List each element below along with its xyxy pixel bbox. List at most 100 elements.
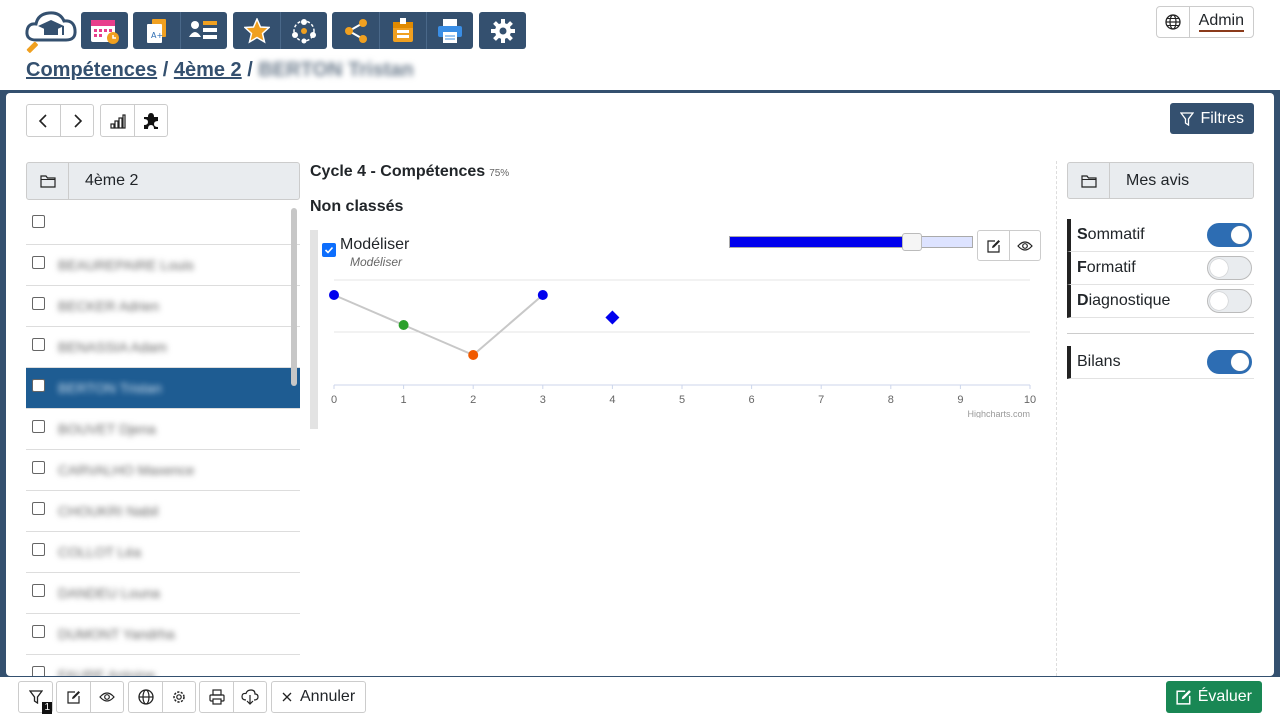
student-checkbox[interactable] bbox=[32, 296, 45, 310]
filter-icon bbox=[1180, 111, 1195, 126]
student-checkbox[interactable] bbox=[32, 378, 45, 392]
student-checkbox[interactable] bbox=[32, 665, 45, 676]
class-folder-button[interactable] bbox=[27, 163, 69, 199]
cancel-button[interactable]: Annuler bbox=[271, 681, 367, 713]
chart-x-tick-label: 1 bbox=[401, 394, 407, 406]
student-row[interactable]: BENASSIA Adam bbox=[26, 327, 300, 368]
bottom-settings-button[interactable] bbox=[162, 682, 195, 712]
toggle-row-sommatif: Sommatif bbox=[1067, 219, 1254, 252]
student-checkbox[interactable] bbox=[32, 460, 45, 474]
student-row[interactable]: CHOUKRI Nabil bbox=[26, 491, 300, 532]
admin-button[interactable]: Admin bbox=[1190, 7, 1253, 37]
student-row[interactable]: FAURE Antoine bbox=[26, 655, 300, 676]
bilans-switch[interactable] bbox=[1207, 350, 1252, 374]
edit-button[interactable] bbox=[978, 231, 1009, 260]
settings-button[interactable] bbox=[479, 12, 526, 49]
student-list-scrollbar[interactable] bbox=[291, 208, 297, 386]
bottom-print-button[interactable] bbox=[200, 682, 233, 712]
competence-slider-fill bbox=[730, 237, 912, 247]
breadcrumb-class-link[interactable]: 4ème 2 bbox=[174, 59, 242, 81]
chart-credits: Highcharts.com bbox=[967, 409, 1030, 418]
avis-selector[interactable]: Mes avis bbox=[1067, 162, 1254, 199]
admin-label: Admin bbox=[1198, 12, 1244, 32]
class-label: 4ème 2 bbox=[85, 172, 139, 189]
print-export-group bbox=[199, 681, 267, 713]
skills-group bbox=[233, 12, 327, 49]
share-group bbox=[332, 12, 473, 49]
competence-slider-handle[interactable] bbox=[901, 233, 922, 251]
user-list-icon bbox=[189, 20, 217, 39]
bottom-view-button[interactable] bbox=[90, 682, 123, 712]
student-row[interactable]: DANDEU Louna bbox=[26, 573, 300, 614]
student-row[interactable]: DUMONT Yandrha bbox=[26, 614, 300, 655]
student-checkbox[interactable] bbox=[32, 624, 45, 638]
box-button[interactable] bbox=[379, 12, 426, 49]
globe-icon bbox=[1164, 14, 1181, 30]
competence-checkbox[interactable] bbox=[322, 243, 336, 257]
student-checkbox[interactable] bbox=[32, 337, 45, 351]
view-button[interactable] bbox=[1009, 231, 1040, 260]
student-checkbox[interactable] bbox=[32, 583, 45, 597]
bottom-edit-button[interactable] bbox=[57, 682, 90, 712]
star-button[interactable] bbox=[233, 12, 280, 49]
chart-x-tick-label: 2 bbox=[470, 394, 476, 406]
chart-view-button[interactable] bbox=[101, 105, 134, 136]
toggle-row-diagnostique: Diagnostique bbox=[1067, 285, 1254, 318]
document-button[interactable]: A+ bbox=[133, 12, 180, 49]
check-icon bbox=[324, 246, 334, 254]
sommatif-switch[interactable] bbox=[1207, 223, 1252, 247]
student-checkbox[interactable] bbox=[32, 501, 45, 515]
nav-arrows bbox=[26, 104, 94, 137]
network-button[interactable] bbox=[280, 12, 327, 49]
formatif-switch[interactable] bbox=[1207, 256, 1252, 280]
breadcrumb-competences-link[interactable]: Compétences bbox=[26, 59, 157, 81]
cloud-download-icon bbox=[241, 689, 259, 705]
filters-button[interactable]: Filtres bbox=[1170, 103, 1254, 134]
calendar-icon bbox=[90, 19, 119, 44]
previous-button[interactable] bbox=[27, 105, 60, 136]
calendar-button[interactable] bbox=[81, 12, 128, 49]
toggle-row-formatif: Formatif bbox=[1067, 252, 1254, 285]
main-panel: Filtres 4ème 2 BEAUREPAIRE Louis BECKER A… bbox=[6, 93, 1274, 676]
diagnostique-switch[interactable] bbox=[1207, 289, 1252, 313]
settings-group bbox=[479, 12, 526, 49]
share-button[interactable] bbox=[332, 12, 379, 49]
chart-point bbox=[537, 290, 548, 300]
chart-x-tick-label: 5 bbox=[679, 394, 685, 406]
chart-point bbox=[468, 350, 479, 360]
puzzle-view-button[interactable] bbox=[134, 105, 167, 136]
student-row[interactable]: BEAUREPAIRE Louis bbox=[26, 245, 300, 286]
evaluate-button[interactable]: Évaluer bbox=[1165, 681, 1262, 713]
student-checkbox[interactable] bbox=[32, 255, 45, 269]
class-selector[interactable]: 4ème 2 bbox=[26, 162, 300, 200]
student-row[interactable]: BERTON Tristan bbox=[26, 368, 300, 409]
filter-group: 1 bbox=[18, 681, 53, 714]
panel-divider bbox=[1056, 161, 1057, 676]
document-icon: A+ bbox=[146, 18, 166, 43]
competence-name: Modéliser bbox=[340, 236, 410, 253]
student-row[interactable]: COLLOT Léa bbox=[26, 532, 300, 573]
evaluation-type-toggles: Sommatif Formatif Diagnostique Bilans bbox=[1067, 219, 1254, 379]
student-row[interactable]: BECKER Adrien bbox=[26, 286, 300, 327]
student-row[interactable]: CARVALHO Maxence bbox=[26, 450, 300, 491]
competence-slider[interactable] bbox=[729, 233, 973, 251]
globe-icon bbox=[137, 689, 154, 705]
student-checkbox[interactable] bbox=[32, 542, 45, 556]
next-button[interactable] bbox=[60, 105, 93, 136]
bottom-download-button[interactable] bbox=[233, 682, 266, 712]
print-button[interactable] bbox=[426, 12, 473, 49]
puzzle-icon bbox=[144, 112, 158, 129]
filter-count-button[interactable]: 1 bbox=[19, 682, 52, 714]
student-checkbox[interactable] bbox=[32, 214, 45, 228]
avis-folder-button[interactable] bbox=[1068, 163, 1110, 198]
student-row[interactable]: BOUVET Djena bbox=[26, 409, 300, 450]
student-name: CHOUKRI Nabil bbox=[58, 503, 159, 519]
student-row[interactable] bbox=[26, 204, 300, 245]
students-list-button[interactable] bbox=[180, 12, 227, 49]
bottom-bar: 1 Annuler Évaluer bbox=[0, 677, 1280, 720]
student-checkbox[interactable] bbox=[32, 419, 45, 433]
bottom-language-button[interactable] bbox=[129, 682, 162, 712]
app-logo-icon[interactable] bbox=[24, 8, 78, 54]
calendar-group bbox=[81, 12, 128, 49]
language-button[interactable] bbox=[1157, 7, 1190, 37]
